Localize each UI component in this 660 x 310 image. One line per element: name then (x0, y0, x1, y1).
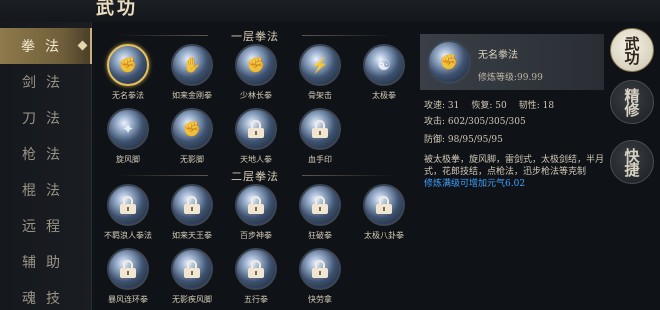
sidebar-item-jianfa[interactable]: 剑法 (0, 64, 92, 100)
skill-slot[interactable]: 狂破拳 (288, 184, 352, 250)
title-bar: 武功 (0, 0, 660, 22)
section-title-tier1: 一层拳法 (96, 28, 414, 44)
skill-slot[interactable]: 血手印 (288, 108, 352, 174)
sidebar-item-daofa[interactable]: 刀法 (0, 100, 92, 136)
lock-icon (107, 248, 149, 290)
sidebar-item-fuzhu[interactable]: 辅助 (0, 244, 92, 280)
stat-attack-speed: 攻速: 31 (424, 101, 460, 111)
skill-name: 快劳拿 (308, 295, 332, 304)
detail-skill-level: 修炼等级:99.99 (478, 73, 543, 83)
skill-slot[interactable]: 太极八卦拳 (352, 184, 416, 250)
skill-slot[interactable]: 快劳拿 (288, 248, 352, 310)
skill-slot[interactable]: ✊ 少林长拳 (224, 44, 288, 110)
fist-aura-icon: ✊ (427, 40, 471, 84)
skill-slot[interactable]: 如来天王拳 (160, 184, 224, 250)
detail-skill-name: 无名拳法 (478, 50, 518, 61)
wugong-tab-button[interactable]: 武功 (610, 28, 654, 72)
detail-header: ✊ 无名拳法 修炼等级:99.99 (420, 34, 604, 90)
max-level-note: 修炼满级可增加元气6.02 (424, 179, 526, 189)
stat-attack: 攻击: 602/305/305/305 (424, 117, 526, 127)
sidebar-item-qiangfa[interactable]: 枪法 (0, 136, 92, 172)
skill-slot[interactable]: 天地人拳 (224, 108, 288, 174)
sidebar-item-label: 拳法 (21, 39, 69, 55)
skill-detail-panel: ✊ 无名拳法 修炼等级:99.99 攻速: 31 恢复: 50 韧性: 18 攻… (420, 34, 604, 210)
lock-icon (235, 248, 277, 290)
lock-icon (235, 184, 277, 226)
lock-icon (235, 108, 277, 150)
sidebar-item-label: 枪法 (22, 147, 70, 163)
fist-aura-icon: ✊ (107, 44, 149, 86)
skill-name: 太极八卦拳 (364, 231, 404, 240)
lock-icon (299, 108, 341, 150)
lock-icon (171, 184, 213, 226)
skill-slot[interactable]: ⚡ 骨架击 (288, 44, 352, 110)
stat-toughness: 韧性: 18 (518, 101, 555, 111)
skill-slot[interactable]: ✋ 如来金刚拳 (160, 44, 224, 110)
lightning-fist-icon: ⚡ (299, 44, 341, 86)
shadow-kick-icon: ✊ (171, 108, 213, 150)
skill-slot[interactable]: ✊ 无影脚 (160, 108, 224, 174)
sidebar-item-quanfa[interactable]: 拳法 (0, 28, 92, 64)
sidebar-item-label: 辅助 (22, 255, 70, 271)
lock-icon (171, 248, 213, 290)
detail-stats: 攻速: 31 恢复: 50 韧性: 18 攻击: 602/305/305/305… (424, 98, 604, 148)
skill-name: 血手印 (308, 155, 332, 164)
sidebar-item-label: 远程 (22, 219, 70, 235)
refine-tab-button[interactable]: 精修 (610, 80, 654, 124)
lock-icon (299, 184, 341, 226)
lock-icon (363, 184, 405, 226)
skill-list-panel: 一层拳法 ✊ 无名拳法 ✋ 如来金刚拳 ✊ 少林长拳 ⚡ 骨架击 ☯ 太极拳 ✦… (96, 22, 414, 310)
taiji-icon: ☯ (363, 44, 405, 86)
counter-description: 被太极拳，旋风脚，雷剑式，太极剑结，半月式，花郎技结，点枪法，迅步枪法等克制 (424, 155, 605, 177)
sidebar-item-hunji[interactable]: 魂技 (0, 280, 92, 310)
sidebar-item-label: 棍法 (22, 183, 70, 199)
fist-icon: ✊ (235, 44, 277, 86)
lock-icon (299, 248, 341, 290)
lock-icon (107, 184, 149, 226)
skill-slot[interactable]: 暴风连环拳 (96, 248, 160, 310)
category-sidebar: 拳法 剑法 刀法 枪法 棍法 远程 辅助 魂技 (0, 22, 92, 310)
skill-slot[interactable]: ✊ 无名拳法 (96, 44, 160, 110)
sidebar-item-label: 魂技 (22, 291, 70, 307)
selected-diamond-icon (77, 40, 88, 51)
page-title: 武功 (96, 0, 138, 19)
stat-recover: 恢复: 50 (471, 101, 507, 111)
stat-defense: 防御: 98/95/95/95 (424, 135, 503, 145)
shortcut-tab-button[interactable]: 快捷 (610, 140, 654, 184)
whirlwind-kick-icon: ✦ (107, 108, 149, 150)
palm-strike-icon: ✋ (171, 44, 213, 86)
skill-slot[interactable]: 百步神拳 (224, 184, 288, 250)
section-title-tier2: 二层拳法 (96, 168, 414, 184)
sidebar-item-label: 刀法 (22, 111, 70, 127)
skill-slot[interactable]: 不羁浪人拳法 (96, 184, 160, 250)
skill-slot[interactable]: 无影疾风脚 (160, 248, 224, 310)
skill-name: 太极拳 (372, 91, 396, 100)
skill-slot[interactable]: 五行拳 (224, 248, 288, 310)
sidebar-item-label: 剑法 (22, 75, 70, 91)
skill-slot[interactable]: ✦ 旋风脚 (96, 108, 160, 174)
skill-slot[interactable]: ☯ 太极拳 (352, 44, 416, 110)
sidebar-item-yuancheng[interactable]: 远程 (0, 208, 92, 244)
sidebar-item-gunfa[interactable]: 棍法 (0, 172, 92, 208)
detail-description: 被太极拳，旋风脚，雷剑式，太极剑结，半月式，花郎技结，点枪法，迅步枪法等克制 修… (424, 154, 604, 190)
